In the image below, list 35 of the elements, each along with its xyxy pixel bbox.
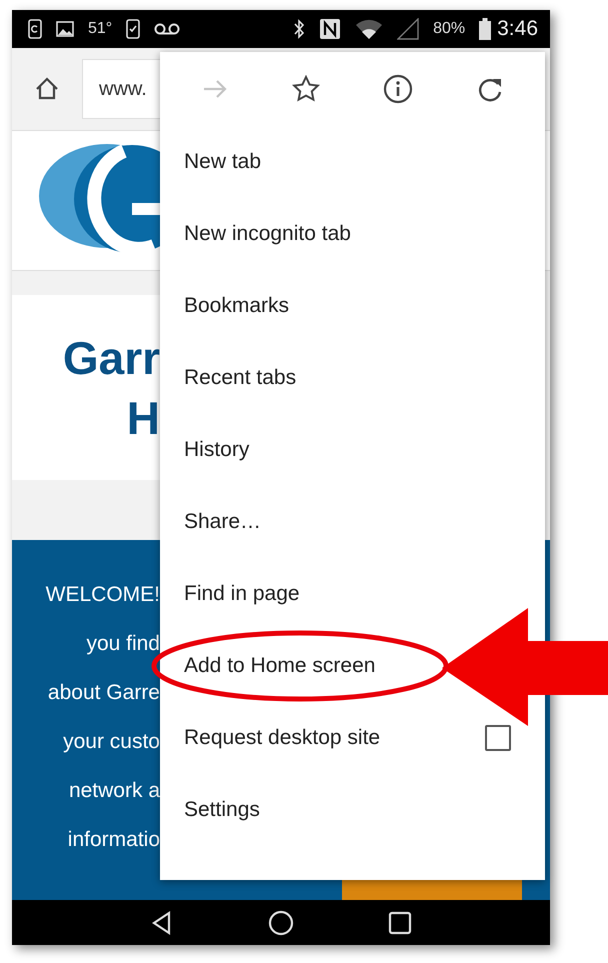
site-title-text: Garr — [62, 330, 160, 386]
menu-item[interactable]: Recent tabs — [160, 342, 545, 414]
menu-item[interactable]: New tab — [160, 126, 545, 198]
welcome-text: your custo — [63, 729, 160, 755]
battery-icon — [479, 18, 492, 40]
menu-item[interactable]: Settings — [160, 774, 545, 846]
menu-item[interactable]: Share… — [160, 486, 545, 558]
overview-icon[interactable] — [387, 910, 414, 936]
signal-icon — [397, 18, 420, 40]
wifi-icon — [355, 18, 384, 40]
battery-percent: 80% — [433, 20, 466, 38]
menu-item[interactable]: Bookmarks — [160, 270, 545, 342]
welcome-text: about Garre — [48, 680, 160, 706]
voicemail-icon — [154, 23, 180, 35]
clock-time: 3:46 — [497, 17, 538, 41]
image-icon — [56, 21, 74, 37]
site-title-text: H — [126, 390, 160, 446]
temperature-text: 51° — [88, 20, 112, 38]
home-icon[interactable] — [34, 76, 60, 102]
home-circle-icon[interactable] — [268, 910, 294, 936]
bluetooth-icon — [293, 19, 306, 39]
nfc-icon — [319, 18, 342, 40]
welcome-text: you find — [86, 631, 160, 657]
welcome-text: WELCOME! — [46, 582, 160, 608]
phone-icon — [28, 19, 42, 39]
star-icon[interactable] — [292, 75, 320, 103]
checkbox[interactable] — [485, 725, 511, 751]
info-icon[interactable] — [382, 74, 413, 104]
menu-item[interactable]: History — [160, 414, 545, 486]
phone-check-icon — [126, 19, 140, 39]
menu-item[interactable]: Find in page — [160, 558, 545, 630]
menu-item[interactable]: New incognito tab — [160, 198, 545, 270]
welcome-text: network a — [68, 778, 160, 804]
menu-item[interactable]: Request desktop site — [160, 702, 545, 774]
welcome-text: informatio — [68, 827, 160, 853]
